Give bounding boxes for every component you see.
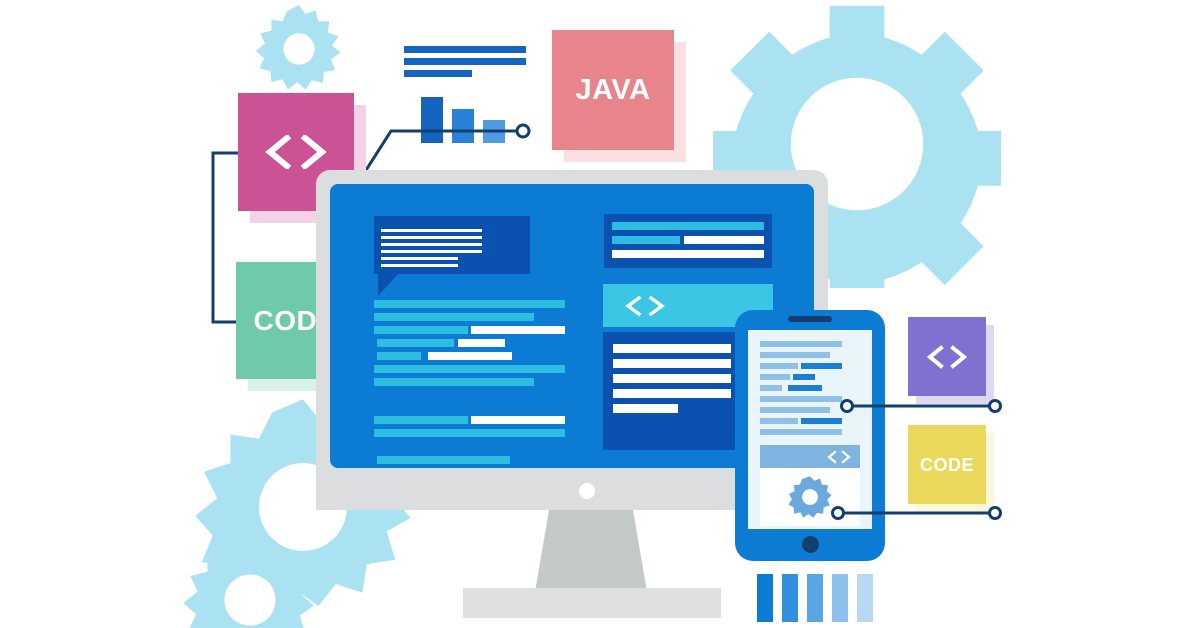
phone-line-3b [801, 363, 842, 369]
phone-line-8a [760, 418, 798, 424]
code-chevron-icon [624, 295, 666, 317]
phone-line-8b [801, 418, 842, 424]
code-chevron-icon [826, 449, 852, 464]
panel-top-right-line-3 [612, 250, 764, 258]
monitor-neck [527, 510, 655, 592]
chat-bubble-line-4 [381, 250, 482, 253]
phone-line-4b [793, 374, 815, 380]
panel-top-right-line-2b [684, 236, 764, 244]
code-chevron-icon [265, 135, 327, 169]
bottom-bar-3 [807, 574, 823, 622]
phone-line-3a [760, 363, 798, 369]
phone-to-purple-card-connector [838, 396, 1004, 416]
panel-bottom-right-line-4 [613, 389, 731, 398]
code-lines-left-lower [374, 456, 574, 468]
chat-bubble-line-6 [381, 264, 458, 267]
chat-bubble-tail [378, 274, 398, 296]
card-java[interactable]: JAVA [552, 30, 674, 150]
chat-bubble-line-2 [381, 236, 482, 239]
panel-bottom-right-line-5 [613, 404, 678, 413]
phone-line-2 [760, 352, 830, 358]
phone-speaker [788, 316, 832, 322]
chat-bubble-line-1 [381, 229, 482, 232]
phone-line-6 [760, 396, 842, 402]
gear-icon [788, 475, 832, 519]
gear-left-small [179, 529, 321, 628]
illustration-canvas: JAVA CODE CODE [0, 0, 1200, 628]
phone-line-5a [760, 385, 782, 391]
chat-bubble-line-5 [381, 257, 458, 260]
monitor-camera-dot [579, 483, 595, 499]
phone-screen [748, 330, 872, 529]
bottom-bar-5 [857, 574, 873, 622]
analytics-header-line-2 [404, 58, 526, 65]
phone-line-7 [760, 407, 830, 413]
card-code-yellow-label: CODE [919, 454, 974, 475]
gear-top-left [253, 3, 345, 95]
panel-top-right-line-2 [612, 236, 680, 244]
analytics-header-line-3 [404, 70, 472, 77]
panel-bottom-right-line-2 [613, 359, 731, 368]
bottom-bar-1 [757, 574, 773, 622]
analytics-header-line-1 [404, 46, 526, 53]
panel-bottom-right-line-1 [613, 344, 731, 353]
bottom-bar-4 [832, 574, 848, 622]
phone-line-5b [788, 385, 822, 391]
bottom-bar-chart [757, 574, 873, 622]
panel-bottom-right-line-3 [613, 374, 731, 383]
panel-top-right-line-1 [612, 222, 764, 230]
code-lines-left-mid [374, 416, 574, 440]
code-lines-left [374, 300, 574, 394]
chat-bubble-line-3 [381, 243, 482, 246]
phone-home-button[interactable] [802, 536, 819, 553]
card-code-yellow[interactable]: CODE [908, 425, 986, 504]
phone-to-yellow-card-connector [829, 503, 1004, 523]
phone-line-9 [760, 429, 842, 435]
phone-line-1 [760, 341, 842, 347]
card-code-chevron-purple[interactable] [908, 317, 986, 396]
phone-line-4a [760, 374, 790, 380]
monitor-base [463, 588, 721, 618]
card-java-label: JAVA [575, 73, 651, 106]
bottom-bar-2 [782, 574, 798, 622]
phone-code-bar[interactable] [760, 445, 860, 468]
code-chevron-icon [925, 344, 969, 369]
